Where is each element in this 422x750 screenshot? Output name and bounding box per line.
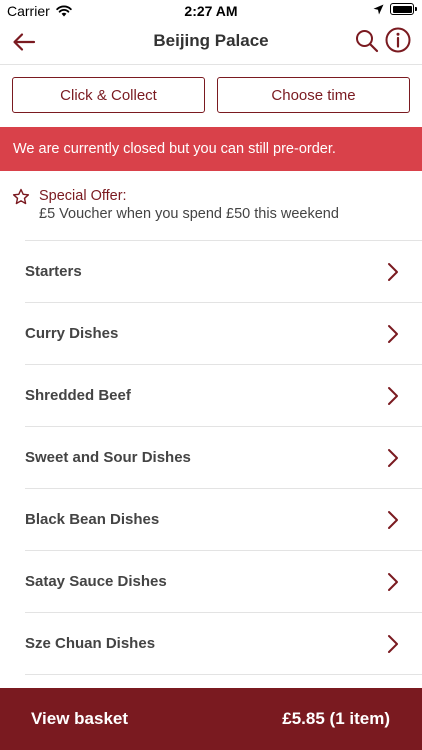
- chevron-right-icon: [388, 634, 398, 653]
- category-list: Starters Curry Dishes Shredded Beef Swee…: [25, 240, 422, 736]
- choose-time-button[interactable]: Choose time: [217, 77, 410, 113]
- chevron-right-icon: [388, 262, 398, 281]
- category-label: Sze Chuan Dishes: [25, 635, 156, 652]
- chevron-right-icon: [388, 386, 398, 405]
- category-item-shredded-beef[interactable]: Shredded Beef: [25, 364, 422, 426]
- chevron-right-icon: [388, 324, 398, 343]
- category-label: Shredded Beef: [25, 387, 131, 404]
- search-icon[interactable]: [354, 28, 380, 54]
- basket-total: £5.85 (1 item): [282, 709, 390, 728]
- chevron-right-icon: [388, 448, 398, 467]
- closed-notice-banner: We are currently closed but you can stil…: [0, 127, 422, 171]
- basket-label: View basket: [31, 709, 129, 728]
- header-divider: [0, 64, 422, 65]
- category-label: Starters: [25, 263, 82, 280]
- star-icon: [12, 188, 30, 205]
- status-bar: Carrier 2:27 AM: [0, 0, 422, 22]
- location-arrow-icon: [373, 4, 384, 14]
- order-mode-row: Click & Collect Choose time: [12, 77, 410, 113]
- category-label: Sweet and Sour Dishes: [25, 449, 191, 466]
- battery-icon: [390, 3, 417, 15]
- view-basket-button[interactable]: View basket £5.85 (1 item): [0, 688, 422, 750]
- offer-text: £5 Voucher when you spend £50 this weeke…: [39, 206, 339, 222]
- category-item-starters[interactable]: Starters: [25, 240, 422, 302]
- special-offer: Special Offer: £5 Voucher when you spend…: [12, 186, 410, 230]
- category-item-curry-dishes[interactable]: Curry Dishes: [25, 302, 422, 364]
- click-collect-button[interactable]: Click & Collect: [12, 77, 205, 113]
- offer-title: Special Offer:: [39, 188, 127, 204]
- category-label: Satay Sauce Dishes: [25, 573, 167, 590]
- category-item-sweet-and-sour[interactable]: Sweet and Sour Dishes: [25, 426, 422, 488]
- category-item-black-bean[interactable]: Black Bean Dishes: [25, 488, 422, 550]
- status-time: 2:27 AM: [184, 3, 238, 19]
- category-item-satay-sauce[interactable]: Satay Sauce Dishes: [25, 550, 422, 612]
- nav-bar: Beijing Palace: [0, 22, 422, 64]
- info-icon[interactable]: [384, 26, 412, 54]
- chevron-right-icon: [388, 572, 398, 591]
- category-label: Curry Dishes: [25, 325, 119, 342]
- chevron-right-icon: [388, 510, 398, 529]
- category-item-sze-chuan[interactable]: Sze Chuan Dishes: [25, 612, 422, 674]
- category-label: Black Bean Dishes: [25, 511, 160, 528]
- status-right: [373, 3, 417, 15]
